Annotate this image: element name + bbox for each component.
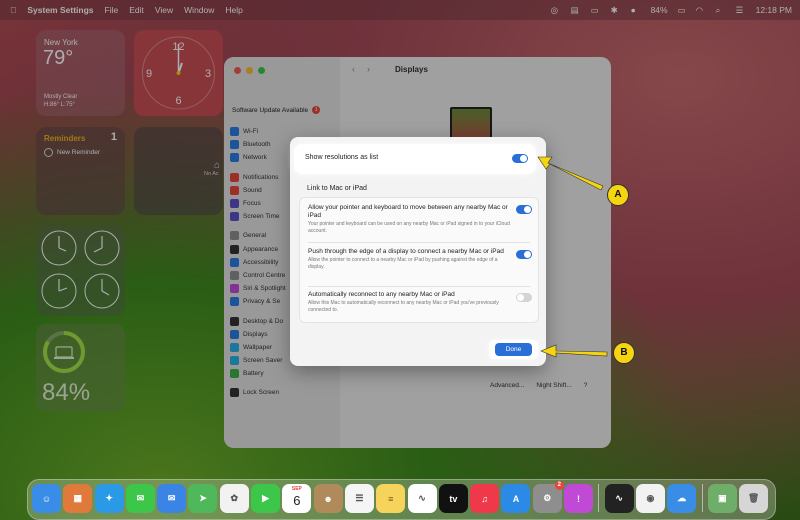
facetime-icon[interactable]: ▶	[251, 484, 281, 513]
app-store-glyph: A	[512, 493, 520, 504]
divider	[308, 286, 530, 287]
dock-separator	[598, 484, 600, 512]
dock-separator	[701, 484, 703, 512]
launchpad-icon[interactable]: ▦	[63, 484, 93, 513]
photos-icon[interactable]: ✿	[219, 484, 249, 513]
calendar-day: 6	[293, 493, 301, 508]
pointer-keyboard-toggle[interactable]	[516, 205, 532, 214]
voice-memos-icon[interactable]: ∿	[604, 484, 634, 513]
option-description: Allow this Mac to automatically reconnec…	[308, 300, 499, 313]
weather-icon[interactable]: ☁	[667, 484, 697, 513]
facetime-glyph: ▶	[262, 493, 270, 503]
feedback-icon[interactable]: !	[564, 484, 594, 513]
callout-a: A	[607, 184, 629, 206]
show-resolutions-row: Show resolutions as list	[294, 144, 536, 174]
option-pointer-keyboard: Allow your pointer and keyboard to move …	[308, 204, 513, 234]
system-settings-glyph: ⚙	[543, 493, 552, 503]
app-store-icon[interactable]: A	[501, 484, 531, 513]
maps-glyph: ➤	[199, 493, 207, 503]
trash-glyph: 🗑	[747, 493, 760, 503]
preview-glyph: ▣	[718, 493, 727, 503]
music-glyph: ♫	[481, 493, 489, 504]
option-title: Push through the edge of a display to co…	[308, 248, 504, 255]
settings-badge: 2	[554, 481, 564, 490]
tv-icon[interactable]: tv	[438, 484, 468, 513]
calendar-month: SEP	[291, 486, 302, 492]
freeform-glyph: ∿	[418, 493, 426, 503]
voice-memos-glyph: ∿	[615, 493, 623, 503]
push-edge-toggle[interactable]	[516, 250, 532, 259]
photos-glyph: ✿	[230, 493, 239, 503]
launchpad-glyph: ▦	[73, 493, 83, 503]
messages-icon[interactable]: ✉	[125, 484, 155, 513]
music-icon[interactable]: ♫	[470, 484, 500, 513]
freeform-icon[interactable]: ∿	[407, 484, 437, 513]
done-highlight: Done	[489, 340, 538, 359]
option-push-edge: Push through the edge of a display to co…	[308, 248, 513, 270]
contacts-glyph: ☻	[323, 493, 333, 504]
system-settings-icon[interactable]: ⚙ 2	[532, 481, 564, 513]
preview-icon[interactable]: ▣	[707, 484, 737, 513]
notes-icon[interactable]: ≡	[376, 484, 406, 513]
chrome-glyph: ◉	[646, 493, 655, 503]
trash-icon[interactable]: 🗑	[739, 484, 769, 513]
option-title: Allow your pointer and keyboard to move …	[308, 204, 508, 219]
divider	[308, 242, 530, 243]
safari-glyph: ✦	[105, 493, 113, 503]
reminders-glyph: ☰	[355, 493, 364, 503]
feedback-glyph: !	[577, 493, 581, 504]
section-title: Link to Mac or iPad	[307, 185, 367, 192]
reminders-icon[interactable]: ☰	[344, 484, 374, 513]
callout-b: B	[613, 342, 635, 364]
option-title: Automatically reconnect to any nearby Ma…	[308, 291, 455, 298]
show-resolutions-toggle[interactable]	[512, 154, 528, 163]
contacts-icon[interactable]: ☻	[313, 484, 343, 513]
done-button[interactable]: Done	[495, 343, 532, 356]
mail-glyph: ✉	[167, 493, 176, 503]
link-options-group: Allow your pointer and keyboard to move …	[299, 197, 539, 323]
messages-glyph: ✉	[136, 493, 145, 503]
advanced-display-sheet: Show resolutions as list Link to Mac or …	[290, 137, 546, 366]
chrome-icon[interactable]: ◉	[635, 484, 665, 513]
dock-icons: ☺ ▦ ✦ ✉ ✉ ➤ ✿ ▶ SEP 6 ☻ ☰ ≡ ∿ tv ♫ A ⚙ 2! ∿ ◉ ☁ ▣ 🗑	[32, 481, 769, 513]
mail-icon[interactable]: ✉	[157, 484, 187, 513]
option-description: Allow the pointer to connect to a nearby…	[308, 257, 498, 270]
notes-glyph: ≡	[388, 493, 394, 504]
finder-glyph: ☺	[41, 493, 52, 504]
maps-icon[interactable]: ➤	[188, 484, 218, 513]
tv-glyph: tv	[449, 493, 458, 504]
show-resolutions-label: Show resolutions as list	[305, 154, 379, 161]
option-auto-reconnect: Automatically reconnect to any nearby Ma…	[308, 291, 513, 313]
finder-icon[interactable]: ☺	[32, 484, 61, 513]
option-description: Your pointer and keyboard can be used on…	[308, 221, 510, 234]
calendar-icon[interactable]: SEP 6	[282, 484, 312, 513]
weather-glyph: ☁	[677, 493, 687, 503]
auto-reconnect-toggle[interactable]	[516, 293, 532, 302]
safari-icon[interactable]: ✦	[94, 484, 124, 513]
dock: ☺ ▦ ✦ ✉ ✉ ➤ ✿ ▶ SEP 6 ☻ ☰ ≡ ∿ tv ♫ A ⚙ 2! ∿ ◉ ☁ ▣ 🗑	[27, 479, 776, 520]
